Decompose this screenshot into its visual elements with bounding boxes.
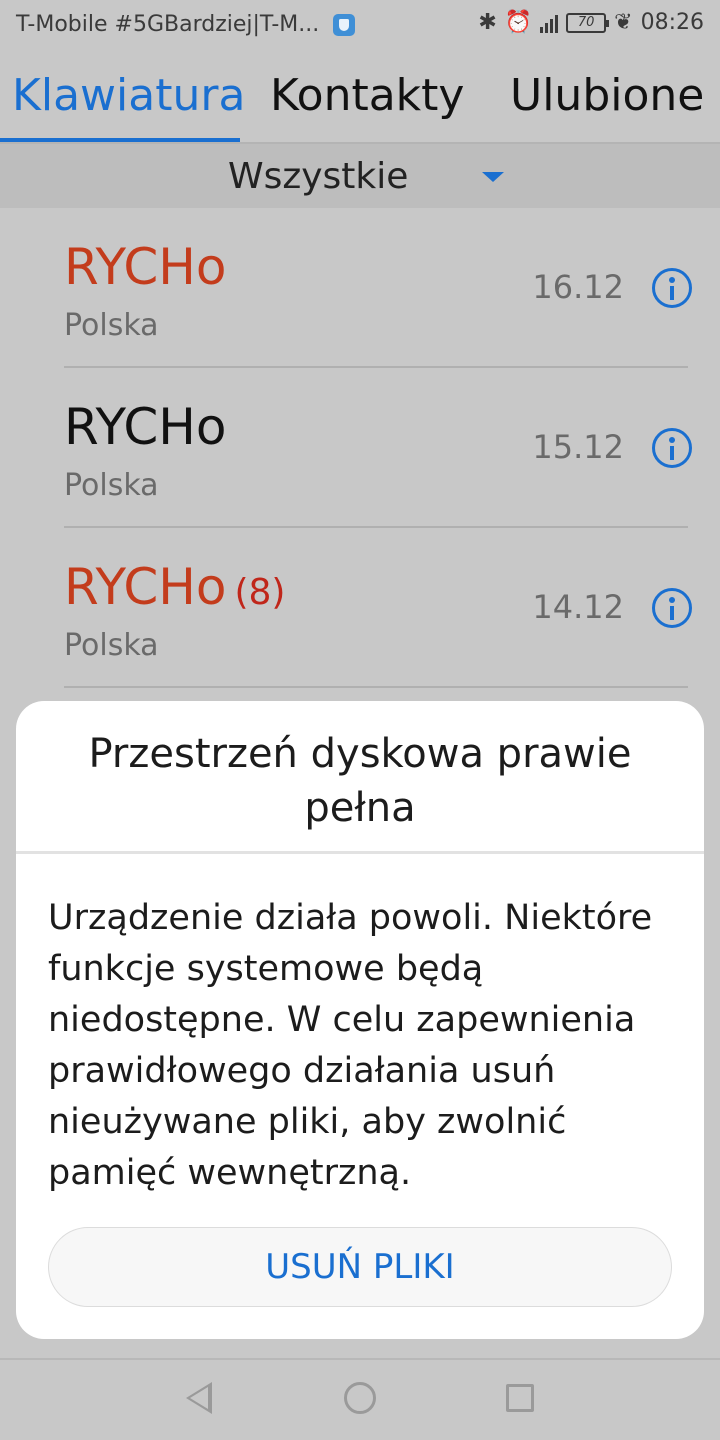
delete-files-button[interactable]: USUŃ PLIKI	[48, 1227, 672, 1307]
info-icon[interactable]	[652, 588, 692, 628]
call-log-row[interactable]: RYCHo (8) Polska 14.12	[0, 528, 720, 688]
status-bar: T-Mobile #5GBardziej|T-M... ✱ ⏰ 70 ❦ 08:…	[0, 0, 720, 50]
dialog-message: Urządzenie działa powoli. Niektóre funkc…	[48, 898, 653, 1193]
alarm-icon: ⏰	[504, 10, 533, 35]
call-date: 14.12	[532, 588, 624, 626]
filter-label: Wszystkie	[228, 156, 409, 197]
status-right: ✱ ⏰ 70 ❦ 08:26	[478, 10, 704, 35]
recents-icon[interactable]	[506, 1384, 534, 1412]
call-date: 15.12	[532, 428, 624, 466]
battery-level: 70	[577, 14, 595, 30]
tab-klawiatura[interactable]: Klawiatura	[12, 70, 245, 121]
clock: 08:26	[640, 10, 704, 35]
call-count: (8)	[234, 572, 286, 613]
caller-name: RYCHo	[64, 398, 234, 456]
back-icon[interactable]	[186, 1382, 212, 1414]
info-icon[interactable]	[652, 428, 692, 468]
call-log-row[interactable]: RYCHo Polska 16.12	[0, 208, 720, 368]
signal-icon	[540, 13, 559, 33]
storage-warning-dialog: Przestrzeń dyskowa prawie pełna Urządzen…	[16, 701, 704, 1339]
dialog-title: Przestrzeń dyskowa prawie pełna	[88, 731, 632, 831]
carrier-label: T-Mobile #5GBardziej|T-M...	[16, 12, 320, 37]
caller-location: Polska	[64, 468, 159, 503]
shield-icon	[333, 13, 356, 36]
caller-name: RYCHo (8)	[64, 558, 285, 616]
caller-name-text: RYCHo	[64, 398, 227, 456]
caller-name-text: RYCHo	[64, 238, 227, 296]
caller-location: Polska	[64, 308, 159, 343]
call-filter-dropdown[interactable]: Wszystkie	[0, 144, 720, 208]
status-left: T-Mobile #5GBardziej|T-M...	[16, 12, 356, 37]
dialog-divider	[16, 851, 704, 854]
battery-icon: 70	[566, 12, 610, 33]
caller-location: Polska	[64, 628, 159, 663]
navigation-bar	[0, 1358, 720, 1440]
tab-ulubione[interactable]: Ulubione	[510, 70, 704, 121]
home-icon[interactable]	[344, 1382, 376, 1414]
caller-name: RYCHo	[64, 238, 234, 296]
tab-bar: Klawiatura Kontakty Ulubione	[0, 50, 720, 144]
row-divider	[64, 686, 688, 688]
bluetooth-icon: ✱	[478, 10, 497, 35]
tab-kontakty[interactable]: Kontakty	[270, 70, 464, 121]
call-date: 16.12	[532, 268, 624, 306]
info-icon[interactable]	[652, 268, 692, 308]
caret-down-icon	[482, 172, 504, 182]
leaf-icon: ❦	[614, 10, 633, 35]
caller-name-text: RYCHo	[64, 558, 227, 616]
call-log-row[interactable]: RYCHo Polska 15.12	[0, 368, 720, 528]
